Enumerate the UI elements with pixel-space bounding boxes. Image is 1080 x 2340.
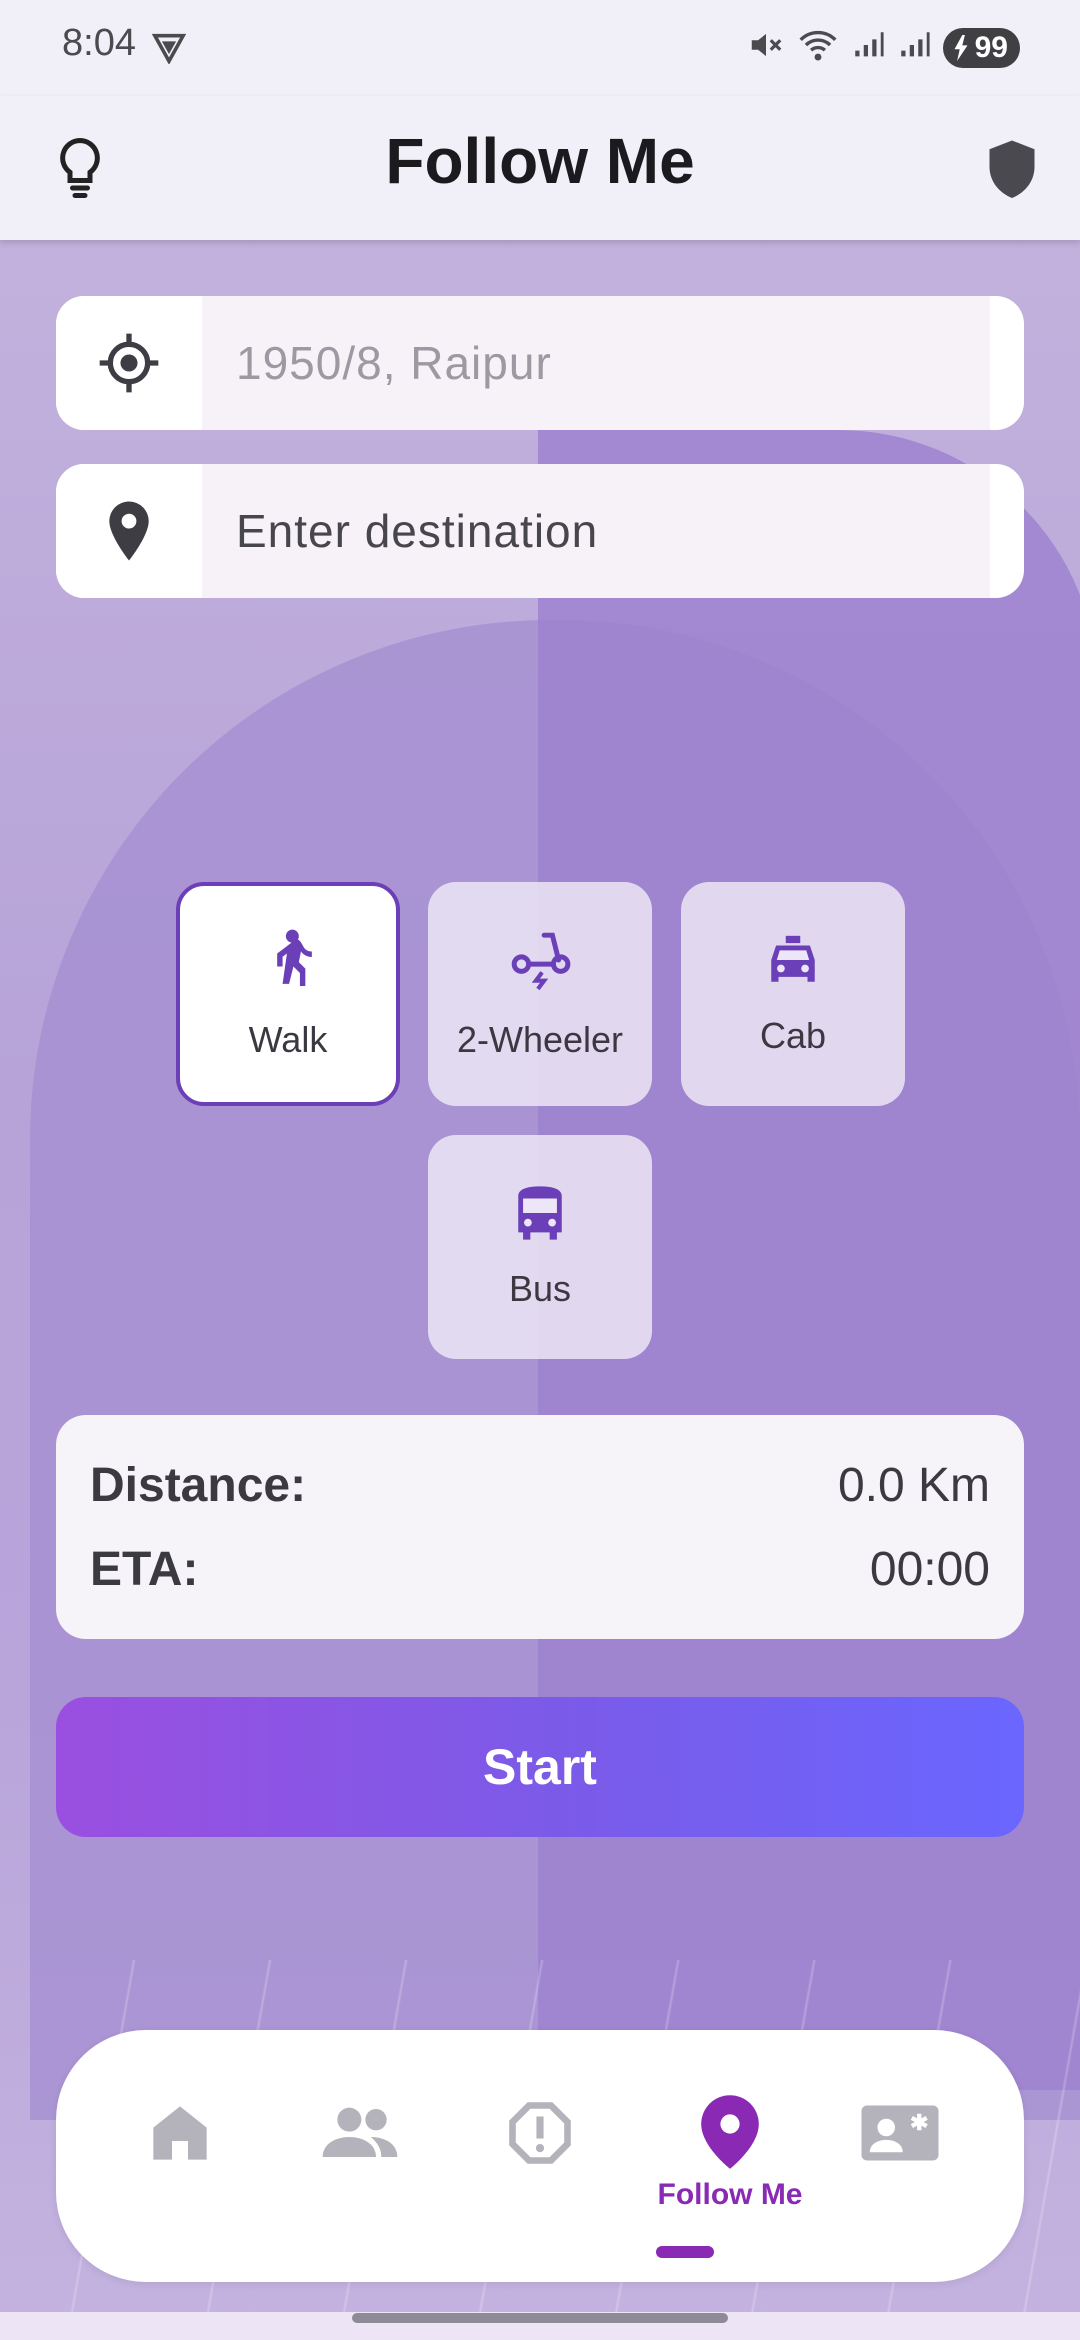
battery-icon	[954, 34, 968, 61]
eta-label: ETA:	[90, 1542, 199, 1596]
distance-row: Distance: 0.0 Km	[90, 1443, 990, 1527]
mode-cab[interactable]: Cab	[681, 882, 905, 1106]
destination-field[interactable]: Enter destination	[56, 464, 1024, 598]
mode-label: Cab	[759, 1015, 827, 1056]
walk-icon	[277, 929, 312, 986]
bus-icon	[518, 1186, 562, 1240]
nav-home[interactable]	[120, 2100, 240, 2220]
nav-contacts[interactable]	[840, 2100, 960, 2220]
location-pin-icon	[701, 2095, 759, 2169]
origin-field[interactable]: 1950/8, Raipur	[56, 296, 1024, 430]
taxi-icon	[771, 935, 815, 982]
origin-input[interactable]: 1950/8, Raipur	[202, 296, 990, 430]
mode-label: Walk	[248, 1019, 328, 1060]
gesture-bar[interactable]	[352, 2313, 728, 2323]
mode-label: Bus	[508, 1268, 572, 1309]
battery-level: 99	[974, 30, 1008, 64]
mode-2-wheeler[interactable]: 2-Wheeler	[428, 882, 652, 1106]
signal-icon	[897, 28, 931, 67]
vpn-icon	[151, 30, 187, 69]
home-icon	[153, 2106, 207, 2160]
location-pin-icon	[56, 464, 202, 598]
nav-follow-me[interactable]: Follow Me	[630, 2092, 830, 2212]
battery-indicator: 99	[942, 27, 1020, 68]
eta-row: ETA: 00:00	[90, 1527, 990, 1611]
status-time: 8:04	[62, 22, 136, 64]
eta-value: 00:00	[869, 1542, 990, 1596]
nav-people[interactable]	[300, 2100, 420, 2220]
distance-value: 0.0 Km	[837, 1458, 990, 1512]
contact-card-icon	[861, 2105, 939, 2161]
people-icon	[322, 2107, 398, 2157]
mode-walk[interactable]: Walk	[176, 882, 400, 1106]
mode-label: 2-Wheeler	[456, 1019, 624, 1060]
scooter-icon	[511, 932, 571, 991]
active-tab-indicator	[656, 2246, 714, 2258]
status-bar: 8:04 99	[0, 0, 1080, 96]
alert-octagon-icon	[509, 2102, 571, 2164]
page-title: Follow Me	[385, 125, 695, 197]
shield-icon[interactable]	[982, 132, 1042, 204]
nav-label: Follow Me	[657, 2178, 803, 2211]
origin-placeholder: 1950/8, Raipur	[236, 337, 552, 389]
bottom-navigation: Follow Me	[56, 2030, 1024, 2282]
trip-stats-card: Distance: 0.0 Km ETA: 00:00	[56, 1415, 1024, 1639]
nav-alert[interactable]	[480, 2100, 600, 2220]
wifi-icon	[797, 26, 839, 69]
gps-target-icon[interactable]	[56, 296, 202, 430]
app-bar: Follow Me	[0, 96, 1080, 240]
destination-placeholder: Enter destination	[236, 505, 599, 557]
destination-input[interactable]: Enter destination	[202, 464, 990, 598]
start-button[interactable]: Start	[56, 1697, 1024, 1837]
mode-bus[interactable]: Bus	[428, 1135, 652, 1359]
signal-icon	[851, 28, 885, 67]
mute-icon	[747, 26, 785, 69]
distance-label: Distance:	[90, 1458, 307, 1512]
